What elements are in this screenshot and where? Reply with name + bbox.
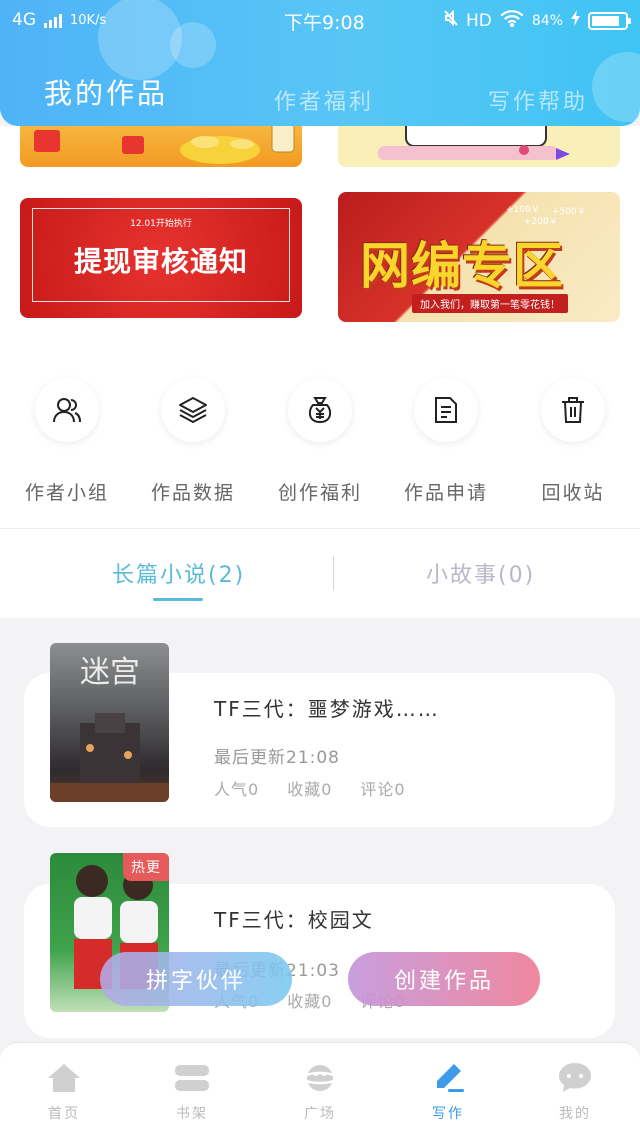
- clock: 下午9:08: [284, 12, 365, 34]
- notice-title: 提现审核通知: [73, 245, 248, 278]
- word-partner-button[interactable]: 拼字伙伴: [100, 952, 292, 1006]
- header: 4G 10K/s 下午9:08 HD 84% 我的作品 作者福利 写作帮助: [0, 0, 640, 126]
- nav-label: 书架: [176, 1106, 208, 1122]
- user-group-icon: [35, 378, 99, 442]
- quick-author-group[interactable]: 作者小组: [25, 378, 107, 504]
- tab-author-benefits[interactable]: 作者福利: [274, 84, 374, 116]
- top-tabs: 我的作品 作者福利 写作帮助: [0, 72, 640, 116]
- chat-bubble-icon: [535, 1061, 615, 1095]
- status-bar: 4G 10K/s 下午9:08 HD 84%: [0, 0, 640, 40]
- quick-label: 作品数据: [150, 482, 235, 504]
- document-icon: [414, 378, 478, 442]
- network-type: 4G: [12, 10, 36, 30]
- work-title[interactable]: TF三代：噩梦游戏……: [214, 693, 440, 722]
- wifi-icon: [500, 9, 524, 32]
- signal-icon: [44, 12, 62, 28]
- banner-withdraw-notice[interactable]: 12.01开始执行 提现审核通知: [20, 198, 302, 318]
- stat-favorites: 收藏0: [287, 780, 333, 799]
- nav-label: 我的: [559, 1106, 591, 1122]
- nav-mine[interactable]: 我的: [535, 1061, 615, 1123]
- quick-label: 创作福利: [277, 482, 362, 504]
- nav-bookshelf[interactable]: 书架: [152, 1061, 232, 1123]
- tab-long-novel[interactable]: 长篇小说(2): [112, 557, 245, 589]
- quick-work-data[interactable]: 作品数据: [151, 378, 233, 504]
- bottom-nav: 首页 书架 广场 写作 我的: [0, 1042, 640, 1138]
- bookshelf-icon: [152, 1061, 232, 1095]
- create-work-button[interactable]: 创建作品: [348, 952, 540, 1006]
- tab-divider: [333, 556, 334, 590]
- nav-plaza[interactable]: 广场: [280, 1061, 360, 1123]
- nav-label: 首页: [48, 1106, 80, 1122]
- banner-editor-zone[interactable]: +100￥ +500￥ +200￥ 网编专区 加入我们，赚取第一笔零花钱！: [338, 192, 620, 322]
- work-updated: 最后更新21:08: [214, 748, 340, 768]
- layers-icon: [161, 378, 225, 442]
- home-icon: [24, 1061, 104, 1095]
- tab-active-indicator: [153, 598, 203, 601]
- pen-icon: [408, 1061, 488, 1095]
- quick-label: 作品申请: [403, 482, 488, 504]
- notice-date: 12.01开始执行: [130, 219, 192, 229]
- stat-comments: 评论0: [360, 780, 406, 799]
- quick-creation-benefit[interactable]: 创作福利: [278, 378, 360, 504]
- hd-indicator: HD: [466, 10, 492, 31]
- work-stats: 人气0 收藏0 评论0: [214, 776, 406, 800]
- network-speed: 10K/s: [70, 12, 107, 28]
- work-title[interactable]: TF三代：校园文: [214, 904, 374, 933]
- tab-my-works[interactable]: 我的作品: [44, 72, 168, 112]
- battery-percent: 84%: [531, 12, 563, 29]
- stat-favorites: 收藏0: [287, 992, 333, 1011]
- money-bag-icon: [288, 378, 352, 442]
- nav-label: 写作: [432, 1106, 464, 1122]
- zone-subtitle: 加入我们，赚取第一笔零花钱！: [412, 294, 568, 313]
- zone-title: 网编专区: [360, 237, 564, 295]
- stat-popularity: 人气0: [214, 780, 260, 799]
- quick-label: 回收站: [541, 482, 605, 504]
- planet-icon: [280, 1061, 360, 1095]
- tab-short-story[interactable]: 小故事(0): [426, 557, 535, 589]
- nav-write[interactable]: 写作: [408, 1061, 488, 1123]
- nav-home[interactable]: 首页: [24, 1061, 104, 1123]
- battery-fill: [592, 15, 619, 26]
- hot-badge: 热更: [123, 853, 169, 881]
- cover-title: 迷宫: [80, 655, 140, 690]
- quick-label: 作者小组: [24, 482, 109, 504]
- quick-recycle-bin[interactable]: 回收站: [540, 378, 606, 504]
- section-divider: [0, 528, 640, 529]
- battery-icon: [588, 11, 631, 30]
- charging-icon: [571, 10, 580, 31]
- trash-icon: [541, 378, 605, 442]
- work-cover[interactable]: 迷宫: [50, 643, 169, 802]
- mute-icon: [444, 9, 458, 31]
- nav-label: 广场: [304, 1106, 336, 1122]
- tab-writing-help[interactable]: 写作帮助: [488, 84, 588, 116]
- quick-work-apply[interactable]: 作品申请: [404, 378, 486, 504]
